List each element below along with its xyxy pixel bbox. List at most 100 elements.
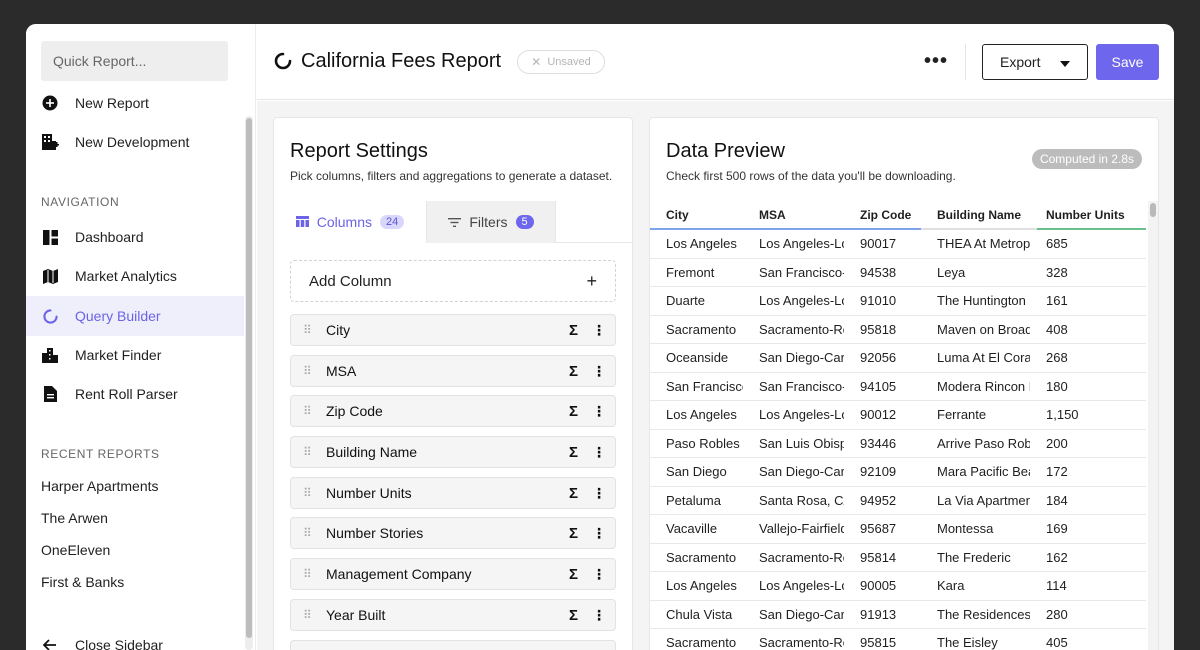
column-name: Building Name: [326, 444, 418, 460]
kebab-menu-icon[interactable]: ⋮: [589, 322, 609, 339]
recent-report-link[interactable]: Harper Apartments: [41, 478, 159, 494]
kebab-menu-icon[interactable]: ⋮: [589, 525, 609, 542]
drag-handle-icon[interactable]: ⠿: [303, 365, 317, 377]
table-scrollbar[interactable]: [1148, 201, 1158, 650]
table-row[interactable]: Sacramento Sacramento-Roseville 95818 Maven…: [650, 316, 1146, 344]
save-button[interactable]: Save: [1096, 44, 1159, 80]
kebab-menu-icon[interactable]: ⋮: [589, 607, 609, 624]
column-item[interactable]: ⠿ Number Units Σ ⋮: [290, 477, 616, 509]
sigma-icon[interactable]: Σ: [569, 322, 589, 339]
map-icon: [41, 267, 59, 285]
column-item[interactable]: ⠿ Building Name Σ ⋮: [290, 436, 616, 468]
sigma-icon[interactable]: Σ: [569, 525, 589, 542]
table-cell: 95815: [860, 635, 897, 650]
table-row[interactable]: Los Angeles Los Angeles-Long Beach 90012 Fe…: [650, 401, 1146, 430]
table-cell: Vacaville: [666, 521, 718, 537]
drag-handle-icon[interactable]: ⠿: [303, 324, 317, 336]
kebab-menu-icon[interactable]: ⋮: [589, 403, 609, 420]
column-header[interactable]: City: [650, 201, 743, 228]
table-row[interactable]: Vacaville Vallejo-Fairfield 95687 Montessa 1…: [650, 515, 1146, 544]
sidebar-item-rent-roll-parser[interactable]: Rent Roll Parser: [26, 374, 244, 414]
table-row[interactable]: Sacramento Sacramento-Roseville 95814 The F…: [650, 544, 1146, 572]
more-options-icon[interactable]: •••: [924, 50, 948, 73]
sigma-icon[interactable]: Σ: [569, 403, 589, 420]
recent-report-link[interactable]: The Arwen: [41, 510, 108, 526]
sigma-icon[interactable]: Σ: [569, 363, 589, 380]
sigma-icon[interactable]: Σ: [569, 566, 589, 583]
column-item[interactable]: ⠿ MSA Σ ⋮: [290, 355, 616, 387]
table-cell: 184: [1046, 492, 1068, 508]
drag-handle-icon[interactable]: ⠿: [303, 527, 317, 539]
column-item[interactable]: [290, 640, 616, 650]
table-cell: Fremont: [666, 264, 715, 280]
drag-handle-icon[interactable]: ⠿: [303, 487, 317, 499]
kebab-menu-icon[interactable]: ⋮: [589, 444, 609, 461]
scrollbar-thumb[interactable]: [1150, 203, 1156, 217]
column-header[interactable]: Zip Code: [844, 201, 921, 228]
table-row[interactable]: San Diego San Diego-Carlsbad 92109 Mara Pac…: [650, 458, 1146, 487]
column-header[interactable]: Building Name: [921, 201, 1030, 228]
close-icon: ✕: [531, 55, 542, 69]
column-item[interactable]: ⠿ Management Company Σ ⋮: [290, 558, 616, 590]
new-report-button[interactable]: New Report: [26, 83, 244, 123]
table-cell: 95814: [860, 549, 897, 565]
plus-icon: +: [586, 270, 597, 291]
table-row[interactable]: San Francisco San Francisco-Oakland 94105 M…: [650, 373, 1146, 401]
table-row[interactable]: Petaluma Santa Rosa, CA 94952 La Via Apartm…: [650, 487, 1146, 515]
table-cell: Los Angeles-Long Beach: [759, 578, 844, 594]
table-row[interactable]: Sacramento Sacramento-Roseville 95815 The E…: [650, 629, 1146, 650]
export-button[interactable]: Export: [982, 44, 1088, 80]
table-row[interactable]: Fremont San Francisco-Oakland 94538 Leya 328: [650, 259, 1146, 287]
table-row[interactable]: Paso Robles San Luis Obispo 93446 Arrive Pa…: [650, 430, 1146, 458]
drag-handle-icon[interactable]: ⠿: [303, 446, 317, 458]
column-header[interactable]: Number Units: [1030, 201, 1146, 228]
drag-handle-icon[interactable]: ⠿: [303, 568, 317, 580]
data-preview-subtitle: Check first 500 rows of the data you'll …: [666, 169, 956, 183]
table-cell: Duarte: [666, 293, 706, 309]
table-cell: Leya: [937, 264, 966, 280]
table-cell: 95818: [860, 321, 897, 337]
kebab-menu-icon[interactable]: ⋮: [589, 485, 609, 502]
tab-filters[interactable]: Filters 5: [426, 201, 556, 243]
kebab-menu-icon[interactable]: ⋮: [589, 363, 609, 380]
recent-report-link[interactable]: OneEleven: [41, 542, 110, 558]
column-item[interactable]: ⠿ City Σ ⋮: [290, 314, 616, 346]
preview-table: City MSA Zip Code Building Name Number U…: [650, 201, 1146, 650]
sidebar-item-query-builder[interactable]: Query Builder: [26, 296, 244, 336]
table-cell: La Via Apartments: [937, 492, 1030, 508]
column-header[interactable]: MSA: [743, 201, 844, 228]
scrollbar-thumb[interactable]: [246, 118, 252, 638]
table-row[interactable]: Oceanside San Diego-Carlsbad 92056 Luma At …: [650, 344, 1146, 373]
new-development-button[interactable]: New Development: [26, 122, 244, 162]
column-item[interactable]: ⠿ Zip Code Σ ⋮: [290, 395, 616, 427]
sidebar-item-market-analytics[interactable]: Market Analytics: [26, 256, 244, 296]
sigma-icon[interactable]: Σ: [569, 607, 589, 624]
tab-columns[interactable]: Columns 24: [274, 201, 426, 243]
add-column-button[interactable]: Add Column +: [290, 260, 616, 302]
sidebar-item-market-finder[interactable]: Market Finder: [26, 335, 244, 375]
drag-handle-icon[interactable]: ⠿: [303, 405, 317, 417]
drag-handle-icon[interactable]: ⠿: [303, 609, 317, 621]
table-cell: 280: [1046, 606, 1068, 622]
table-cell: Oceanside: [666, 350, 729, 366]
sigma-icon[interactable]: Σ: [569, 485, 589, 502]
quick-report-input[interactable]: Quick Report...: [41, 41, 228, 81]
sigma-icon[interactable]: Σ: [569, 444, 589, 461]
table-cell: 92056: [860, 350, 897, 366]
table-row[interactable]: Chula Vista San Diego-Carlsbad 91913 The Re…: [650, 601, 1146, 629]
sidebar-item-dashboard[interactable]: Dashboard: [26, 217, 244, 257]
table-row[interactable]: Los Angeles Los Angeles-Long Beach 90017 TH…: [650, 230, 1146, 259]
tab-label: Filters: [469, 214, 508, 230]
recent-report-link[interactable]: First & Banks: [41, 574, 124, 590]
column-item[interactable]: ⠿ Number Stories Σ ⋮: [290, 517, 616, 549]
close-sidebar-button[interactable]: Close Sidebar: [26, 625, 244, 650]
sidebar-scrollbar[interactable]: [245, 116, 253, 650]
table-cell: 405: [1046, 635, 1068, 650]
table-row[interactable]: Duarte Los Angeles-Long Beach 91010 The Hun…: [650, 287, 1146, 316]
column-name: Management Company: [326, 566, 472, 582]
table-cell: San Luis Obispo: [759, 435, 844, 451]
column-item[interactable]: ⠿ Year Built Σ ⋮: [290, 599, 616, 631]
kebab-menu-icon[interactable]: ⋮: [589, 566, 609, 583]
table-cell: Santa Rosa, CA: [759, 492, 844, 508]
table-row[interactable]: Los Angeles Los Angeles-Long Beach 90005 Ka…: [650, 572, 1146, 601]
